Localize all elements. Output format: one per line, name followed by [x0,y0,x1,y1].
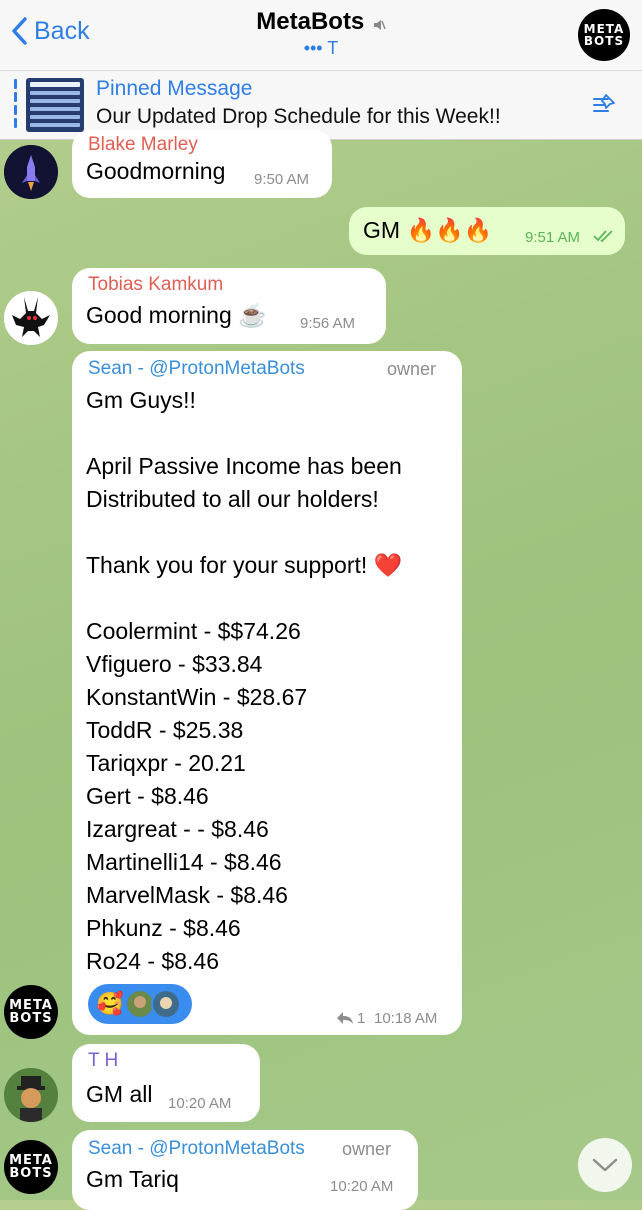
message-line: April Passive Income has been [86,453,402,479]
message-bubble[interactable]: T H GM all 10:20 AM [72,1044,260,1122]
message-line: Gm Guys!! [86,387,196,413]
message-line [86,582,402,615]
chevron-down-icon [592,1158,618,1172]
group-avatar[interactable]: META BOTS [578,9,630,61]
message-line: Distributed to all our holders! [86,486,379,512]
mute-icon [373,19,386,30]
avatar-text-line2: BOTS [9,1166,53,1181]
message-time: 9:56 AM [300,315,356,332]
reply-icon [337,1012,353,1024]
message-line: KonstantWin - $28.67 [86,684,308,710]
message-time: 9:51 AM [525,229,581,246]
character-avatar-icon [4,1068,58,1122]
reactor-avatar [151,989,182,1019]
chat-header: Back MetaBots ••• T META BOTS [0,0,642,71]
message-text: Goodmorning [86,158,226,184]
sender-name: Blake Marley [88,134,198,155]
avatar[interactable] [4,1068,58,1122]
message-bubble[interactable]: Sean - @ProtonMetaBots owner Gm Tariq 10… [72,1130,418,1210]
avatar[interactable]: META BOTS [4,985,58,1039]
message-text: Gm Tariq [86,1166,179,1192]
sender-name: T H [88,1050,119,1071]
message-text: GM 🔥🔥🔥 [363,217,493,243]
rocket-avatar-icon [4,145,58,199]
pinned-title: Pinned Message [96,77,253,100]
typing-status: ••• T [303,38,339,58]
reply-count: 1 [357,1010,366,1027]
sender-name: Sean - @ProtonMetaBots [88,358,305,379]
message-time: 9:50 AM [254,171,310,188]
avatar[interactable]: META BOTS [4,1140,58,1194]
message-line: Izargreat - - $8.46 [86,816,269,842]
avatar-text-line2: BOTS [583,34,625,48]
message-text: GM all [86,1081,153,1107]
message-line: Tariqxpr - 20.21 [86,750,246,776]
pin-list-icon[interactable] [588,91,618,121]
reactions-pill[interactable]: 🥰 [88,984,192,1024]
avatar[interactable] [4,145,58,199]
chat-title: MetaBots [256,8,365,35]
owner-badge: owner [387,359,437,379]
double-check-icon [593,230,613,243]
outgoing-message-bubble[interactable]: GM 🔥🔥🔥 9:51 AM [349,207,625,255]
message-bubble[interactable]: Blake Marley Goodmorning 9:50 AM [72,130,332,198]
message-line: ToddR - $25.38 [86,717,244,743]
pinned-thumbnail [26,78,84,132]
pinned-indicator [14,79,17,131]
message-line [86,417,402,450]
owner-badge: owner [342,1139,392,1159]
message-text-block: Gm Guys!! April Passive Income has been … [86,384,402,978]
sender-name: Sean - @ProtonMetaBots [88,1138,305,1159]
message-time: 10:18 AM [374,1010,438,1027]
avatar[interactable] [4,291,58,345]
message-line [86,516,402,549]
message-bubble[interactable]: Sean - @ProtonMetaBots owner Gm Guys!! A… [72,351,462,1035]
message-line: Ro24 - $8.46 [86,948,219,974]
message-line: Phkunz - $8.46 [86,915,241,941]
message-line: Gert - $8.46 [86,783,209,809]
chat-title-area[interactable]: MetaBots ••• T [0,8,642,59]
black-creature-avatar-icon [4,291,58,345]
avatar-text-line2: BOTS [9,1011,53,1026]
sender-name: Tobias Kamkum [88,274,224,295]
message-bubble[interactable]: Tobias Kamkum Good morning ☕️ 9:56 AM [72,268,386,344]
scroll-to-bottom-button[interactable] [578,1138,632,1192]
message-text: Good morning ☕️ [86,302,267,328]
message-time: 10:20 AM [168,1095,232,1112]
message-line: Thank you for your support! ❤️ [86,552,403,578]
message-time: 10:20 AM [330,1178,394,1195]
message-line: MarvelMask - $8.46 [86,882,288,908]
pinned-text: Our Updated Drop Schedule for this Week!… [96,105,501,128]
message-line: Coolermint - $$74.26 [86,618,301,644]
message-line: Martinelli14 - $8.46 [86,849,282,875]
reaction-emoji: 🥰 [96,991,124,1016]
message-line: Vfiguero - $33.84 [86,651,263,677]
